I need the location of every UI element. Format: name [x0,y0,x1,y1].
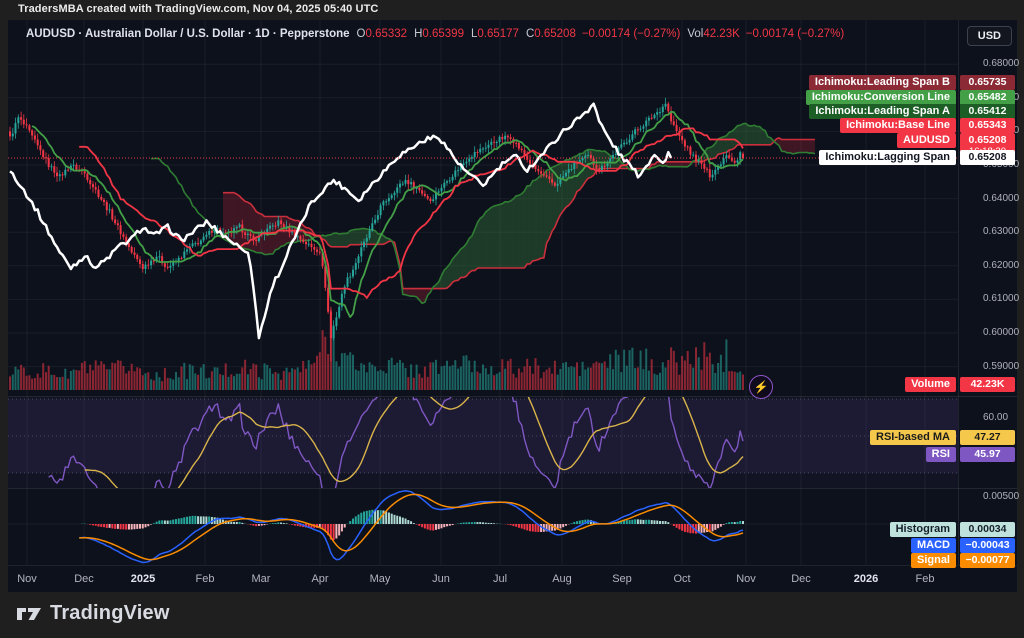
rsi-tick-60.00: 60.00 [983,412,1008,423]
time-label-jul: Jul [493,573,507,585]
rsi-based-ma-value[interactable]: 47.27 [960,430,1015,445]
vol-change-value: −0.00174 (−0.27%) [746,28,844,40]
price-tick-0.64000: 0.64000 [983,193,1019,204]
time-label-oct: Oct [673,573,690,585]
histogram-value[interactable]: 0.00034 [960,522,1015,537]
time-label-may: May [370,573,391,585]
tradingview-logo[interactable]: TradingView [16,602,170,625]
rsi-based-ma-label[interactable]: RSI-based MA [870,430,956,445]
time-label-dec: Dec [74,573,94,585]
time-label-2026: 2026 [854,573,878,585]
time-label-feb: Feb [196,573,215,585]
time-axis[interactable]: Nov Dec 2025 Feb Mar Apr May Jun Jul Aug Sep Oct Nov… [8,565,1017,593]
time-label-aug: Aug [552,573,572,585]
time-label-2025: 2025 [131,573,155,585]
macd-label[interactable]: MACD [911,538,956,553]
rsi-label[interactable]: RSI [926,447,956,462]
price-tick-0.61000: 0.61000 [983,293,1019,304]
ichimoku-lagging-span-label[interactable]: Ichimoku:Lagging Span [819,150,956,165]
lightning-glyph: ⚡ [754,380,769,394]
time-label-feb: Feb [916,573,935,585]
time-label-nov: Nov [17,573,37,585]
time-label-dec: Dec [791,573,811,585]
lightning-icon[interactable]: ⚡ [749,375,773,399]
ichimoku-leading-span-a-label[interactable]: Ichimoku:Leading Span A [809,104,956,119]
ohlc-l-value: 0.65177 [477,28,519,40]
volume-value[interactable]: 42.23K [960,377,1015,392]
change-value: −0.00174 (−0.27%) [582,28,680,40]
vol-value: 42.23K [703,28,739,40]
ichimoku-leading-span-b-label[interactable]: Ichimoku:Leading Span B [809,75,956,90]
time-label-sep: Sep [612,573,632,585]
ichimoku-leading-span-a-value[interactable]: 0.65412 [960,104,1015,119]
pane-separator-macd[interactable] [8,488,1017,489]
ohlc-o-label: O [357,28,366,40]
ichimoku-base-line-label[interactable]: Ichimoku:Base Line [840,118,956,133]
ichimoku-conversion-line-label[interactable]: Ichimoku:Conversion Line [806,90,956,105]
price-tick-0.60000: 0.60000 [983,327,1019,338]
price-tick-0.59000: 0.59000 [983,361,1019,372]
ohlc-h-value: 0.65399 [422,28,464,40]
chart-panel[interactable]: AUDUSD · Australian Dollar / U.S. Dollar… [8,20,1017,592]
symbol-title[interactable]: AUDUSD · Australian Dollar / U.S. Dollar… [26,28,350,40]
vol-label: Vol [687,28,703,40]
price-tick-0.68000: 0.68000 [983,58,1019,69]
time-label-apr: Apr [311,573,328,585]
histogram-label[interactable]: Histogram [890,522,956,537]
footer-bar: TradingView [0,592,1024,638]
volume-label[interactable]: Volume [905,377,956,392]
audusd-label[interactable]: AUDUSD [897,133,956,148]
tradingview-logo-text: TradingView [50,602,170,625]
symbol-info-bar: AUDUSD · Australian Dollar / U.S. Dollar… [26,28,844,44]
rsi-value[interactable]: 45.97 [960,447,1015,462]
attribution-text: TradersMBA created with TradingView.com,… [18,3,378,19]
time-label-nov: Nov [736,573,756,585]
macd-tick-0.00500: 0.00500 [983,491,1019,502]
ichimoku-leading-span-b-value[interactable]: 0.65735 [960,75,1015,90]
ichimoku-base-line-value[interactable]: 0.65343 [960,118,1015,133]
tradingview-logo-icon [16,603,42,625]
signal-value[interactable]: −0.00077 [960,553,1015,568]
currency-usd-button[interactable]: USD [967,26,1012,46]
time-label-jun: Jun [432,573,450,585]
price-tick-0.63000: 0.63000 [983,226,1019,237]
ohlc-o-value: 0.65332 [366,28,408,40]
pane-separator-rsi[interactable] [8,396,1017,397]
ohlc-c-value: 0.65208 [534,28,576,40]
macd-value[interactable]: −0.00043 [960,538,1015,553]
price-tick-0.62000: 0.62000 [983,260,1019,271]
ohlc-values: O0.65332H0.65399L0.65177C0.65208−0.00174… [350,28,845,40]
ichimoku-conversion-line-value[interactable]: 0.65482 [960,90,1015,105]
time-label-mar: Mar [252,573,271,585]
signal-label[interactable]: Signal [911,553,956,568]
ichimoku-lagging-span-value[interactable]: 0.65208 [960,150,1015,165]
